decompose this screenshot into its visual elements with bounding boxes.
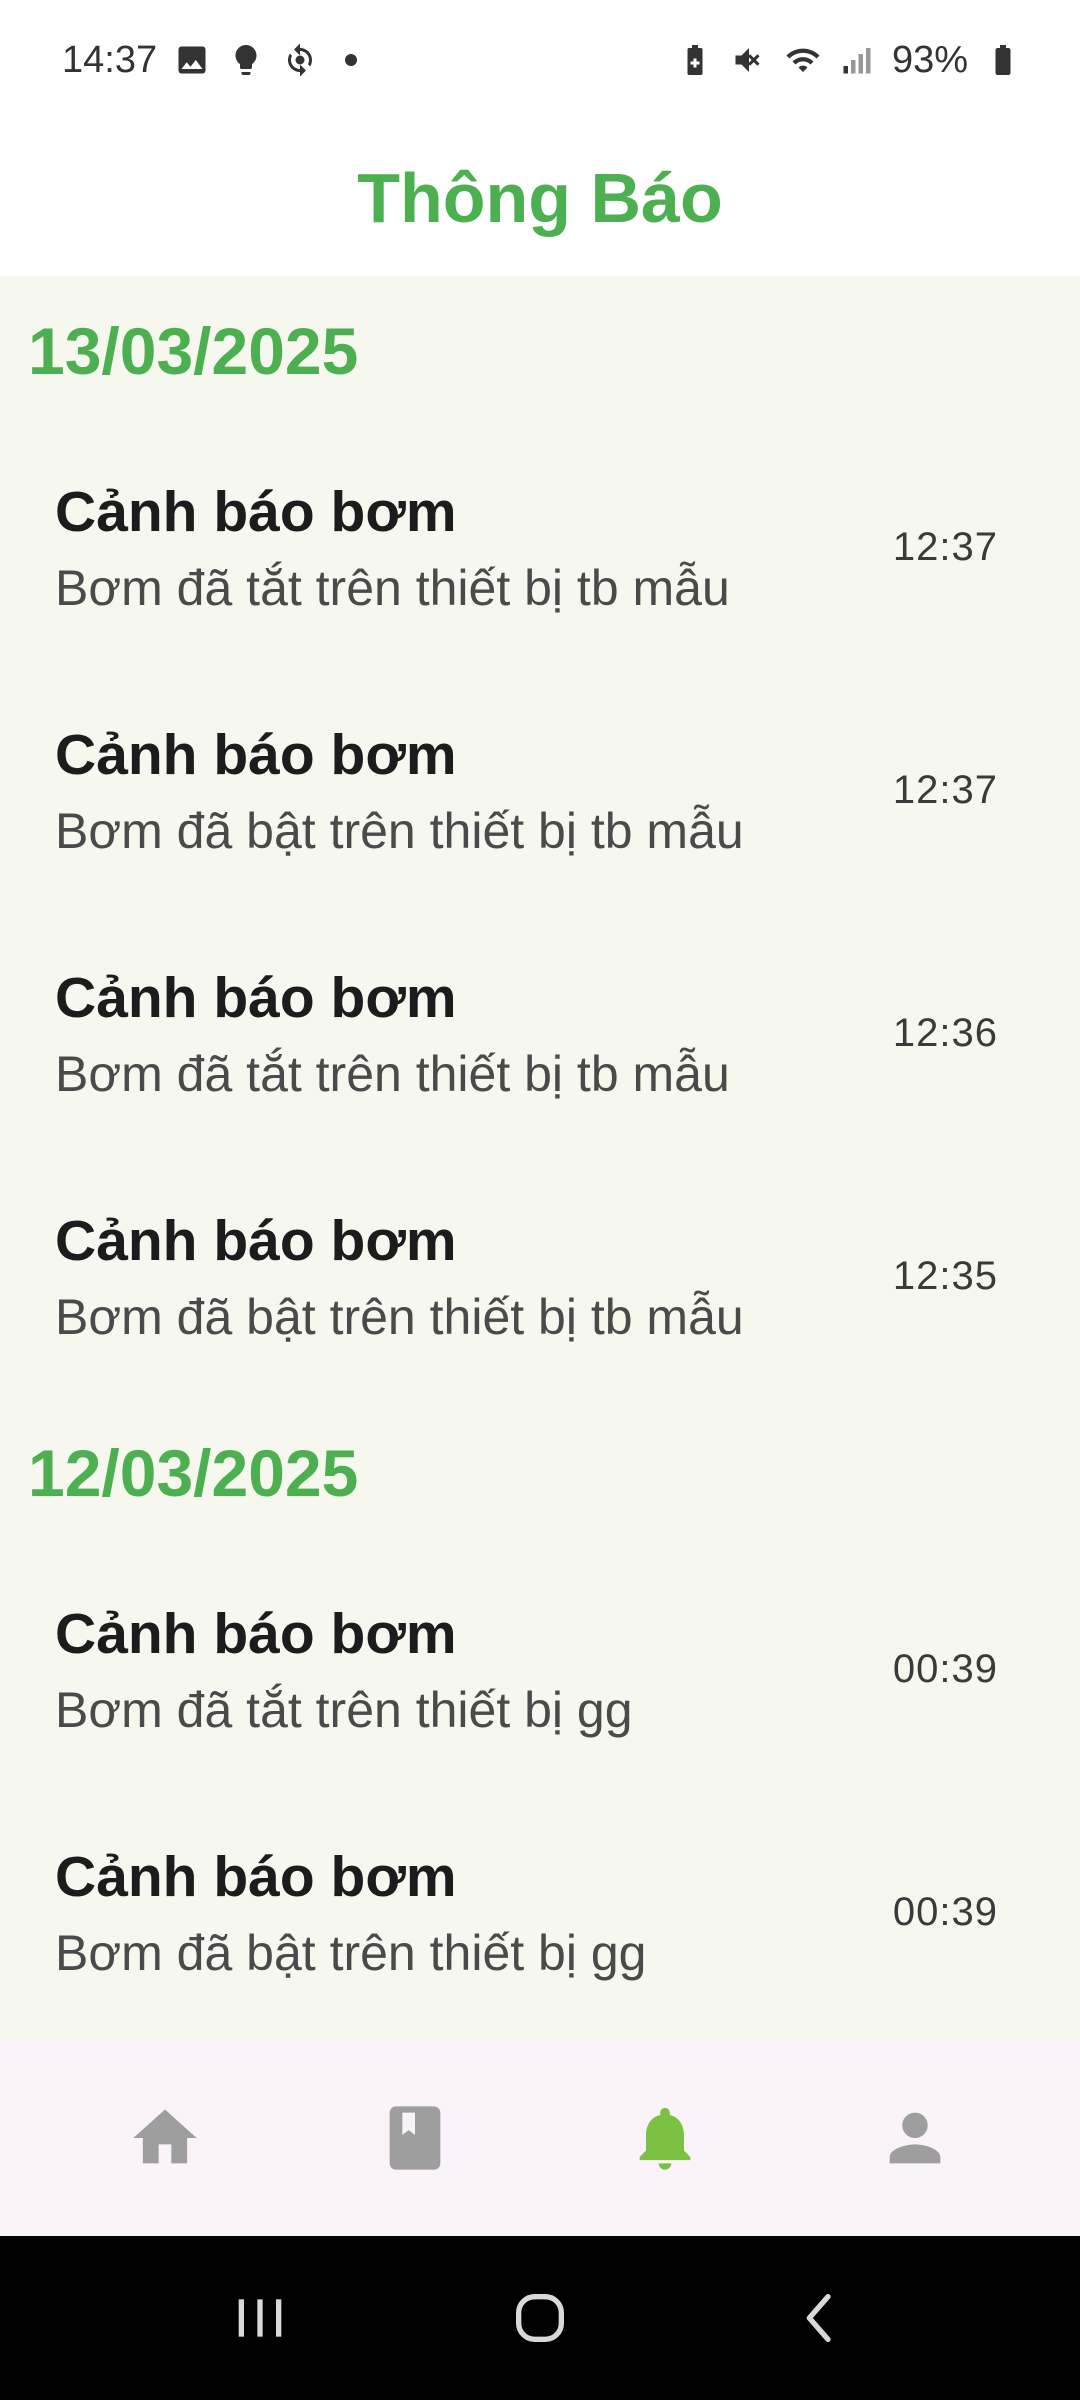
notification-text: Cảnh báo bơm Bơm đã tắt trên thiết bị gg (55, 1601, 633, 1739)
nav-notifications[interactable] (595, 2068, 735, 2208)
notification-title: Cảnh báo bơm (55, 965, 457, 1030)
recents-icon (238, 2299, 282, 2337)
notification-item[interactable]: Cảnh báo bơm Bơm đã bật trên thiết bị gg… (0, 1791, 1080, 2034)
mute-icon (730, 41, 768, 79)
battery-saver-icon (676, 41, 714, 79)
date-header: 12/03/2025 (28, 1436, 359, 1510)
notification-body: Bơm đã tắt trên thiết bị tb mẫu (55, 1045, 730, 1102)
image-icon (173, 41, 211, 79)
recents-button[interactable] (200, 2258, 320, 2378)
person-icon (889, 2112, 941, 2164)
back-button[interactable] (760, 2258, 880, 2378)
system-nav (0, 2236, 1080, 2400)
notification-title: Cảnh báo bơm (55, 1601, 457, 1666)
bell-icon (639, 2107, 691, 2170)
notification-time: 00:39 (892, 1890, 998, 1934)
battery-icon (984, 41, 1022, 79)
notification-item[interactable]: Cảnh báo bơm Bơm đã tắt trên thiết bị tb… (0, 426, 1080, 669)
notification-time: 00:39 (892, 1647, 998, 1691)
date-header: 13/03/2025 (28, 314, 359, 388)
notification-dot-icon (345, 54, 358, 66)
nav-book[interactable] (345, 2068, 485, 2208)
notification-title: Cảnh báo bơm (55, 1208, 457, 1273)
notification-time: 12:35 (892, 1254, 998, 1298)
book-icon (389, 2106, 441, 2170)
notification-item[interactable]: Cảnh báo bơm Bơm đã bật trên thiết bị tb… (0, 1155, 1080, 1398)
notification-item[interactable]: Cảnh báo bơm Bơm đã bật trên thiết bị tb… (0, 669, 1080, 912)
notification-title: Cảnh báo bơm (55, 722, 457, 787)
nav-profile[interactable] (845, 2068, 985, 2208)
status-bar: 14:37 93% (0, 0, 1080, 120)
notification-body: Bơm đã bật trên thiết bị tb mẫu (55, 1288, 744, 1345)
bottom-nav (0, 2040, 1080, 2236)
notification-time: 12:37 (892, 768, 998, 812)
notification-item[interactable]: Cảnh báo bơm Bơm đã tắt trên thiết bị gg… (0, 1548, 1080, 1791)
sync-icon (281, 41, 319, 79)
notification-body: Bơm đã tắt trên thiết bị gg (55, 1681, 633, 1738)
notification-body: Bơm đã bật trên thiết bị tb mẫu (55, 802, 744, 859)
notification-item[interactable]: Cảnh báo bơm Bơm đã tắt trên thiết bị tb… (0, 912, 1080, 1155)
page-title: Thông Báo (357, 159, 723, 237)
notification-text: Cảnh báo bơm Bơm đã bật trên thiết bị tb… (55, 722, 744, 860)
notification-time: 12:37 (892, 525, 998, 569)
battery-percent: 93% (891, 38, 968, 81)
notification-title: Cảnh báo bơm (55, 1844, 457, 1909)
app-header: Thông Báo (0, 120, 1080, 276)
notification-title: Cảnh báo bơm (55, 479, 457, 544)
home-button[interactable] (480, 2258, 600, 2378)
status-right: 93% (676, 39, 1022, 82)
notification-text: Cảnh báo bơm Bơm đã bật trên thiết bị tb… (55, 1208, 744, 1346)
notification-body: Bơm đã tắt trên thiết bị tb mẫu (55, 559, 730, 616)
home-icon (133, 2109, 197, 2164)
notification-body: Bơm đã bật trên thiết bị gg (55, 1924, 647, 1981)
notification-time: 12:36 (892, 1011, 998, 1055)
status-time: 14:37 (62, 38, 158, 81)
notification-text: Cảnh báo bơm Bơm đã tắt trên thiết bị tb… (55, 479, 730, 617)
screen: 14:37 93% Thông Báo 13/03/2025 Cảnh báo … (0, 0, 1080, 2400)
back-icon (806, 2294, 831, 2342)
status-left: 14:37 (62, 38, 358, 82)
notification-text: Cảnh báo bơm Bơm đã bật trên thiết bị gg (55, 1844, 646, 1982)
wifi-icon (784, 41, 822, 79)
notification-list[interactable]: 13/03/2025 Cảnh báo bơm Bơm đã tắt trên … (0, 276, 1080, 2040)
signal-icon (838, 41, 876, 79)
notification-text: Cảnh báo bơm Bơm đã tắt trên thiết bị tb… (55, 965, 730, 1103)
bulb-icon (227, 41, 265, 79)
nav-home[interactable] (95, 2068, 235, 2208)
home-circle-icon (516, 2294, 564, 2342)
